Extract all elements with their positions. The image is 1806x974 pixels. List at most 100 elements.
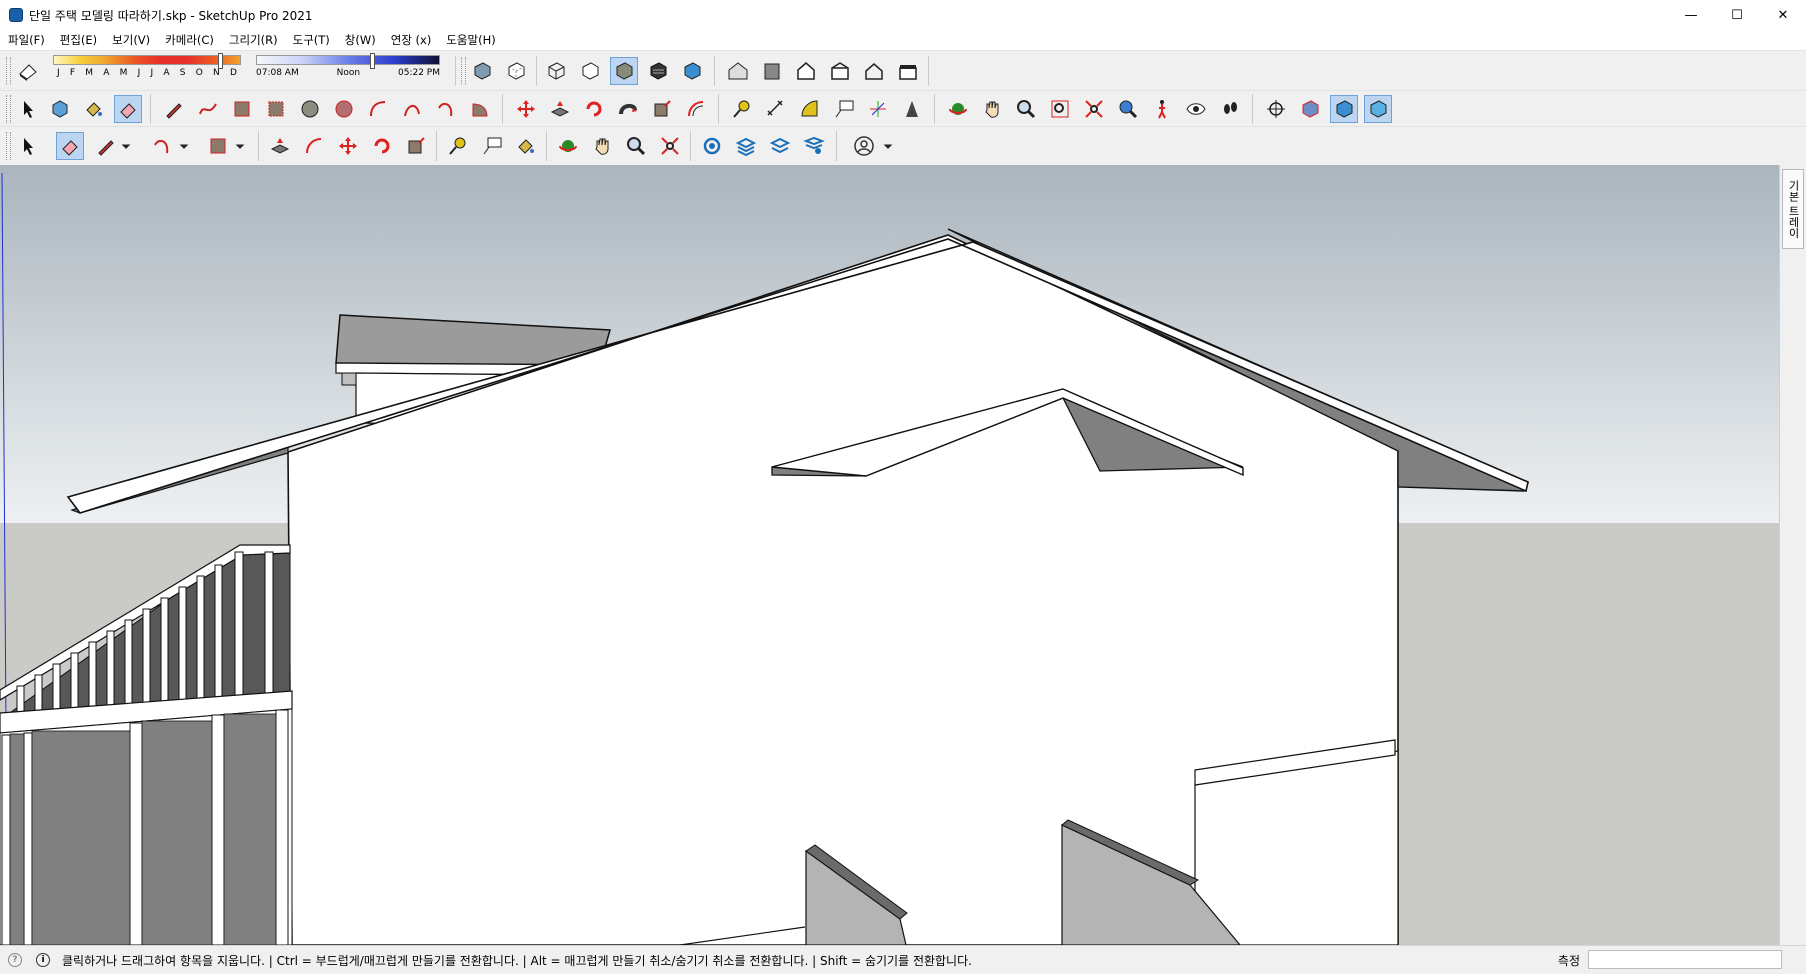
zoom-tool-button[interactable] xyxy=(622,132,650,160)
push-pull-button[interactable] xyxy=(266,132,294,160)
3d-warehouse-button[interactable] xyxy=(698,132,726,160)
time-bar[interactable] xyxy=(256,53,440,69)
pan-tool-button[interactable] xyxy=(978,95,1006,123)
menu-edit[interactable]: 편집(E) xyxy=(52,32,104,48)
geolocation-icon[interactable]: ? xyxy=(8,953,22,967)
hidden-line-style-button[interactable] xyxy=(576,57,604,85)
line-dropdown-button[interactable] xyxy=(118,132,134,160)
right-view-button[interactable] xyxy=(894,57,922,85)
toolbar-grip[interactable] xyxy=(6,57,11,85)
shaded-style-button[interactable] xyxy=(610,57,638,85)
zoom-extents-button[interactable] xyxy=(1080,95,1108,123)
display-section-planes-button[interactable] xyxy=(1296,95,1324,123)
month-bar[interactable] xyxy=(53,53,241,69)
rotate-tool-button[interactable] xyxy=(580,95,608,123)
shapes-tool-button[interactable] xyxy=(204,132,232,160)
account-dropdown-button[interactable] xyxy=(880,132,896,160)
axes-tool-button[interactable] xyxy=(864,95,892,123)
shadow-time-slider[interactable]: 07:08 AM Noon 05:22 PM xyxy=(256,53,440,78)
shadow-month-slider[interactable]: J F M A M J J A S O N D xyxy=(53,53,241,78)
3d-text-button[interactable] xyxy=(898,95,926,123)
arc-tool-button[interactable] xyxy=(148,132,176,160)
toolbar-grip[interactable] xyxy=(6,132,11,160)
dimension-tool-button[interactable] xyxy=(762,95,790,123)
eraser-tool-button[interactable] xyxy=(56,132,84,160)
protractor-button[interactable] xyxy=(796,95,824,123)
menu-camera[interactable]: 카메라(C) xyxy=(157,32,221,48)
move-tool-button[interactable] xyxy=(334,132,362,160)
orbit-tool-button[interactable] xyxy=(944,95,972,123)
menu-view[interactable]: 보기(V) xyxy=(104,32,157,48)
offset-tool-button[interactable] xyxy=(682,95,710,123)
make-component-button[interactable] xyxy=(46,95,74,123)
display-section-cuts-button[interactable] xyxy=(1330,95,1358,123)
scale-tool-button[interactable] xyxy=(402,132,430,160)
polygon-tool-button[interactable] xyxy=(330,95,358,123)
rectangle-tool-button[interactable] xyxy=(228,95,256,123)
menu-extensions[interactable]: 연장 (x) xyxy=(383,32,439,48)
toolbar-grip[interactable] xyxy=(461,57,466,85)
rotate-tool-button[interactable] xyxy=(368,132,396,160)
model-viewport[interactable] xyxy=(0,165,1780,945)
pan-tool-button[interactable] xyxy=(588,132,616,160)
pie-tool-button[interactable] xyxy=(466,95,494,123)
follow-me-button[interactable] xyxy=(614,95,642,123)
extension-manager-button[interactable] xyxy=(800,132,828,160)
extension-warehouse-button[interactable] xyxy=(758,57,786,85)
menu-help[interactable]: 도움말(H) xyxy=(438,32,502,48)
menu-window[interactable]: 창(W) xyxy=(337,32,383,48)
footprints-button[interactable] xyxy=(1216,95,1244,123)
look-around-button[interactable] xyxy=(1182,95,1210,123)
position-camera-button[interactable] xyxy=(1114,95,1142,123)
shapes-dropdown-button[interactable] xyxy=(232,132,248,160)
tape-measure-button[interactable] xyxy=(444,132,472,160)
three-point-arc-button[interactable] xyxy=(432,95,460,123)
display-section-fill-button[interactable] xyxy=(1364,95,1392,123)
select-tool-button[interactable] xyxy=(14,132,42,160)
menu-tools[interactable]: 도구(T) xyxy=(285,32,337,48)
section-plane-button[interactable] xyxy=(1262,95,1290,123)
monochrome-style-button[interactable] xyxy=(678,57,706,85)
move-tool-button[interactable] xyxy=(512,95,540,123)
eraser-tool-button[interactable] xyxy=(114,95,142,123)
account-button[interactable] xyxy=(850,132,878,160)
zoom-window-button[interactable] xyxy=(1046,95,1074,123)
select-tool-button[interactable] xyxy=(14,95,42,123)
orbit-tool-button[interactable] xyxy=(554,132,582,160)
push-pull-button[interactable] xyxy=(546,95,574,123)
freehand-tool-button[interactable] xyxy=(194,95,222,123)
two-point-arc-button[interactable] xyxy=(398,95,426,123)
scale-tool-button[interactable] xyxy=(648,95,676,123)
front-view-button[interactable] xyxy=(860,57,888,85)
iso-view-button[interactable] xyxy=(792,57,820,85)
shadow-toggle-button[interactable] xyxy=(14,57,42,85)
top-view-button[interactable] xyxy=(826,57,854,85)
text-tool-button[interactable] xyxy=(478,132,506,160)
measurements-input[interactable] xyxy=(1588,950,1782,969)
minimize-button[interactable]: — xyxy=(1668,0,1714,30)
month-slider-thumb[interactable] xyxy=(217,53,223,69)
default-tray-tab[interactable]: 기본 트레이 xyxy=(1782,169,1804,249)
line-tool-button[interactable] xyxy=(160,95,188,123)
walk-tool-button[interactable] xyxy=(1148,95,1176,123)
menu-draw[interactable]: 그리기(R) xyxy=(221,32,285,48)
menu-file[interactable]: 파일(F) xyxy=(0,32,52,48)
paint-bucket-button[interactable] xyxy=(512,132,540,160)
rotated-rectangle-button[interactable] xyxy=(262,95,290,123)
maximize-button[interactable]: ☐ xyxy=(1714,0,1760,30)
zoom-tool-button[interactable] xyxy=(1012,95,1040,123)
text-tool-button[interactable] xyxy=(830,95,858,123)
circle-tool-button[interactable] xyxy=(296,95,324,123)
offset-tool-button[interactable] xyxy=(300,132,328,160)
zoom-extents-button[interactable] xyxy=(656,132,684,160)
info-icon[interactable]: i xyxy=(36,953,50,967)
arc-dropdown-button[interactable] xyxy=(176,132,192,160)
wireframe-style-button[interactable] xyxy=(542,57,570,85)
xray-style-button[interactable] xyxy=(468,57,496,85)
toolbar-grip[interactable] xyxy=(6,95,11,123)
time-slider-thumb[interactable] xyxy=(369,53,375,69)
arc-tool-button[interactable] xyxy=(364,95,392,123)
layout-send-button[interactable] xyxy=(766,132,794,160)
paint-bucket-button[interactable] xyxy=(80,95,108,123)
model-canvas[interactable] xyxy=(0,165,1780,945)
